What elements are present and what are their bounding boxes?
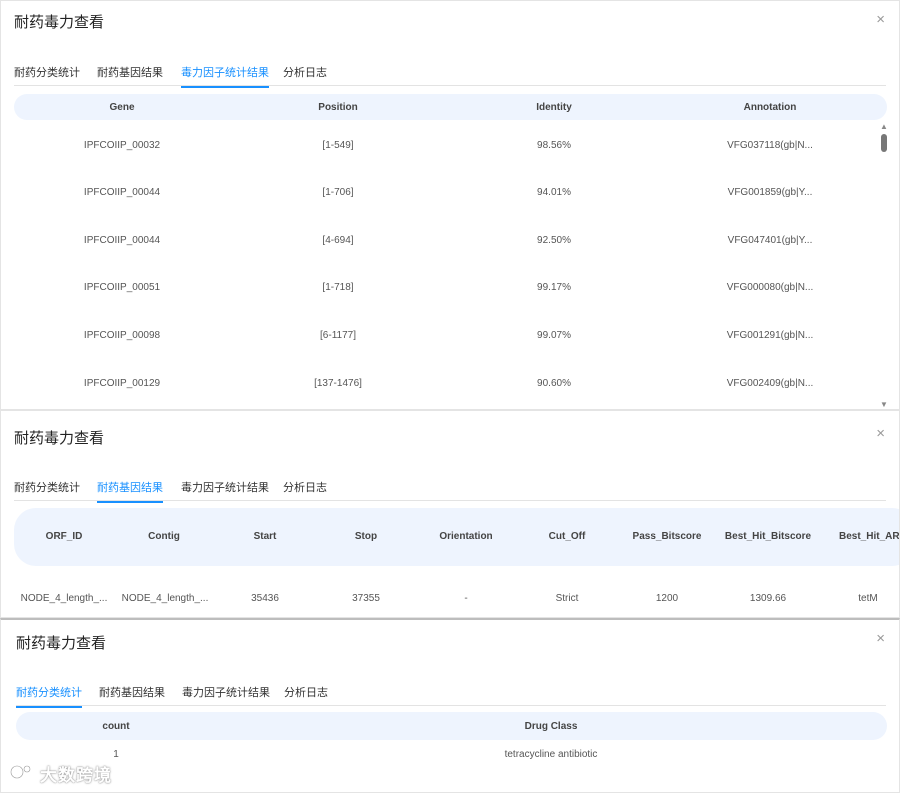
contig-cell: NODE_4_length_...	[121, 593, 209, 604]
column-header-best-hit-ar[interactable]: Best_Hit_AR	[839, 531, 899, 542]
position-cell: [1-549]	[322, 140, 354, 151]
pass-bitscore-cell: 1200	[655, 593, 679, 604]
gene-cell: IPFCOIIP_00044	[83, 187, 161, 198]
resistance-class-dialog: 耐药毒力查看 × 耐药分类统计 耐药基因结果 毒力因子统计结果 分析日志 cou…	[0, 618, 900, 793]
tab-resistance-gene-results[interactable]: 耐药基因结果	[97, 64, 163, 86]
column-header-pass-bitscore[interactable]: Pass_Bitscore	[633, 531, 702, 542]
cut-off-cell: Strict	[555, 593, 579, 604]
column-header-orf-id[interactable]: ORF_ID	[46, 531, 83, 542]
gene-cell: IPFCOIIP_00051	[83, 282, 161, 293]
tab-resistance-class-stats[interactable]: 耐药分类统计	[16, 684, 82, 708]
tab-resistance-gene-results[interactable]: 耐药基因结果	[97, 479, 163, 503]
table-header: count Drug Class	[16, 712, 887, 740]
watermark-text: 大数跨境	[40, 766, 112, 785]
close-icon[interactable]: ×	[876, 425, 885, 442]
position-cell: [1-718]	[322, 282, 354, 293]
table-header: Gene Position Identity Annotation	[14, 94, 887, 120]
annotation-cell: VFG037118(gb|N...	[727, 140, 813, 151]
tab-resistance-class-stats[interactable]: 耐药分类统计	[14, 64, 80, 86]
position-cell: [4-694]	[322, 235, 354, 246]
tab-virulence-factor-results[interactable]: 毒力因子统计结果	[181, 64, 269, 88]
identity-cell: 99.17%	[537, 282, 571, 293]
close-icon[interactable]: ×	[876, 11, 885, 28]
annotation-cell: VFG001291(gb|N...	[726, 330, 814, 341]
dialog-title: 耐药毒力查看	[16, 635, 107, 652]
position-cell: [6-1177]	[320, 330, 356, 341]
identity-cell: 99.07%	[537, 330, 571, 341]
column-header-annotation[interactable]: Annotation	[744, 102, 797, 113]
tab-analysis-log[interactable]: 分析日志	[284, 684, 328, 706]
stop-cell: 37355	[352, 593, 380, 604]
tab-bar: 耐药分类统计 耐药基因结果 毒力因子统计结果 分析日志	[14, 63, 886, 88]
gene-cell: IPFCOIIP_00129	[83, 378, 161, 389]
annotation-cell: VFG047401(gb|Y...	[727, 235, 813, 246]
tab-analysis-log[interactable]: 分析日志	[283, 64, 327, 86]
scroll-up-icon[interactable]: ▲	[879, 122, 889, 132]
column-header-gene[interactable]: Gene	[109, 102, 134, 113]
close-icon[interactable]: ×	[876, 630, 885, 647]
watermark: 大数跨境	[8, 761, 112, 786]
resistance-gene-dialog: 耐药毒力查看 × 耐药分类统计 耐药基因结果 毒力因子统计结果 分析日志 ORF…	[0, 410, 900, 618]
drug-class-cell: tetracycline antibiotic	[504, 749, 598, 760]
column-header-identity[interactable]: Identity	[536, 102, 572, 113]
scroll-down-icon[interactable]: ▼	[879, 400, 889, 409]
tab-virulence-factor-results[interactable]: 毒力因子统计结果	[182, 684, 270, 706]
column-header-start[interactable]: Start	[254, 531, 277, 542]
orientation-cell: -	[464, 593, 468, 604]
scrollbar-thumb[interactable]	[881, 134, 887, 152]
vertical-scrollbar[interactable]: ▲ ▼	[879, 119, 889, 409]
annotation-cell: VFG002409(gb|N...	[726, 378, 814, 389]
identity-cell: 92.50%	[537, 235, 571, 246]
best-hit-bitscore-cell: 1309.66	[749, 593, 787, 604]
annotation-cell: VFG001859(gb|Y...	[727, 187, 813, 198]
column-header-drug-class[interactable]: Drug Class	[525, 721, 578, 732]
position-cell: [1-706]	[322, 187, 354, 198]
identity-cell: 94.01%	[537, 187, 571, 198]
column-header-contig[interactable]: Contig	[148, 531, 180, 542]
tab-resistance-class-stats[interactable]: 耐药分类统计	[14, 479, 80, 501]
identity-cell: 90.60%	[537, 378, 571, 389]
tab-resistance-gene-results[interactable]: 耐药基因结果	[99, 684, 165, 706]
watermark-logo-icon	[8, 763, 34, 784]
column-header-orientation[interactable]: Orientation	[439, 531, 492, 542]
gene-cell: IPFCOIIP_00032	[83, 140, 161, 151]
gene-cell: IPFCOIIP_00044	[83, 235, 161, 246]
table-header: ORF_ID Contig Start Stop Orientation Cut…	[14, 508, 899, 566]
identity-cell: 98.56%	[537, 140, 571, 151]
virulence-results-dialog: 耐药毒力查看 × 耐药分类统计 耐药基因结果 毒力因子统计结果 分析日志 Gen…	[0, 0, 900, 410]
tab-bar: 耐药分类统计 耐药基因结果 毒力因子统计结果 分析日志	[14, 478, 886, 503]
column-header-best-hit-bitscore[interactable]: Best_Hit_Bitscore	[725, 531, 811, 542]
count-cell: 1	[113, 749, 119, 760]
start-cell: 35436	[251, 593, 279, 604]
dialog-title: 耐药毒力查看	[14, 14, 105, 31]
column-header-position[interactable]: Position	[318, 102, 357, 113]
column-header-count[interactable]: count	[102, 721, 129, 732]
column-header-cut-off[interactable]: Cut_Off	[549, 531, 586, 542]
best-hit-ar-cell: tetM	[858, 593, 878, 604]
tab-bar: 耐药分类统计 耐药基因结果 毒力因子统计结果 分析日志	[16, 683, 886, 708]
column-header-stop[interactable]: Stop	[355, 531, 377, 542]
orf-id-cell: NODE_4_length_...	[20, 593, 108, 604]
annotation-cell: VFG000080(gb|N...	[726, 282, 814, 293]
tab-virulence-factor-results[interactable]: 毒力因子统计结果	[181, 479, 269, 501]
position-cell: [137-1476]	[314, 378, 362, 389]
dialog-title: 耐药毒力查看	[14, 430, 105, 447]
gene-cell: IPFCOIIP_00098	[83, 330, 161, 341]
tab-analysis-log[interactable]: 分析日志	[283, 479, 327, 501]
